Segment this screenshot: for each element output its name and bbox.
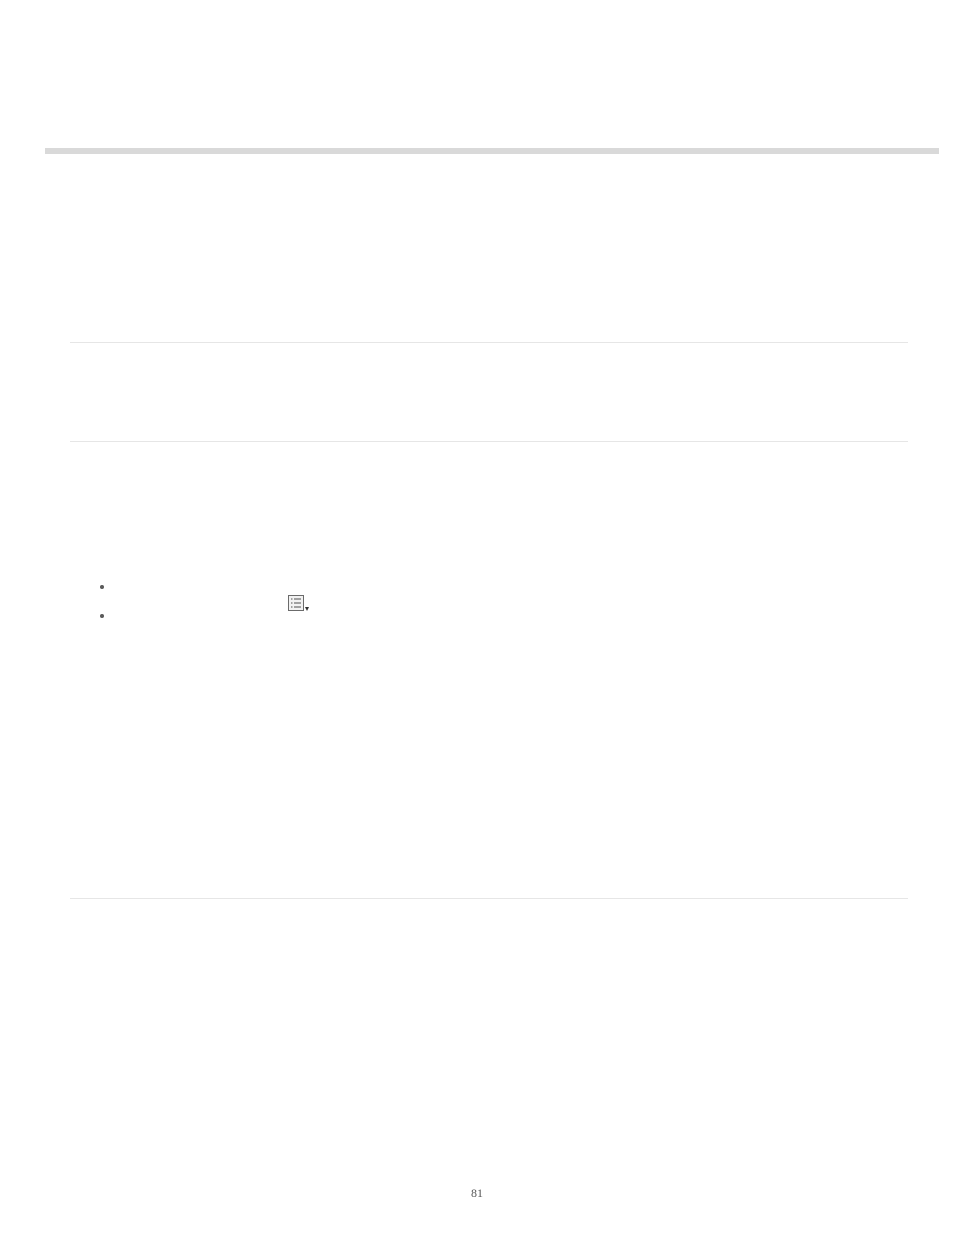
bullet-icon: [100, 585, 104, 589]
document-page: 81: [0, 0, 954, 1235]
list-item: [100, 572, 104, 601]
list-item: [100, 601, 104, 630]
bullet-icon: [100, 614, 104, 618]
horizontal-divider: [70, 342, 908, 343]
horizontal-divider-thick: [45, 148, 939, 154]
horizontal-divider: [70, 898, 908, 899]
list-menu-icon: [288, 595, 310, 611]
bullet-list: [100, 572, 104, 630]
page-number: 81: [0, 1186, 954, 1201]
horizontal-divider: [70, 441, 908, 442]
